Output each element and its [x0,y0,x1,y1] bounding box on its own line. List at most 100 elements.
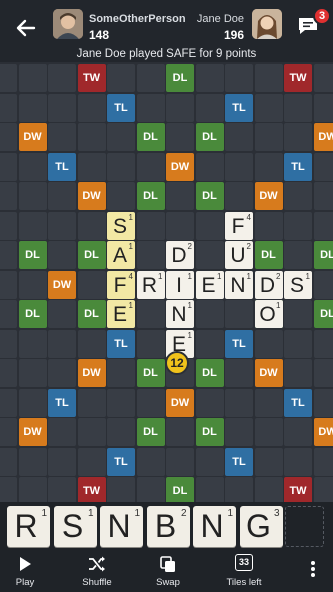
board-cell[interactable] [48,123,76,151]
board-cell-tl[interactable]: TL [225,93,253,122]
board-cell[interactable] [195,329,224,358]
board-cell[interactable] [254,93,283,122]
board-cell[interactable] [0,300,17,328]
board-cell[interactable] [254,447,283,476]
board-cell[interactable] [77,152,106,181]
rack-tile[interactable]: G3 [239,506,283,547]
board-cell[interactable] [313,211,333,240]
board-cell[interactable] [313,270,333,299]
board-cell[interactable] [18,388,47,417]
rack-empty-slot[interactable] [285,506,324,547]
board-cell[interactable] [313,182,333,210]
board-cell-dl[interactable]: DL [136,182,165,210]
board-cell[interactable] [313,64,333,92]
board-cell[interactable] [18,447,47,476]
board-cell[interactable] [18,152,47,181]
board-cell-dw[interactable]: DW [313,123,333,151]
board-cell[interactable] [313,359,333,387]
board-cell[interactable] [48,447,76,476]
rack-tile[interactable]: N1 [100,506,143,547]
board-cell[interactable] [107,64,135,92]
board-cell[interactable] [195,152,224,181]
board-cell[interactable] [284,93,312,122]
board-cell[interactable] [0,477,17,502]
board-cell-dl[interactable]: DL [195,418,224,446]
board-cell[interactable] [136,300,165,328]
board-cell-dl[interactable]: DL [195,182,224,210]
board-cell[interactable] [195,477,224,502]
board-cell-dl[interactable]: DL [18,241,47,269]
board-cell-dl[interactable]: DL [136,359,165,387]
board-cell[interactable] [136,241,165,269]
board-cell[interactable] [77,211,106,240]
board-cell-tw[interactable]: TW [284,64,312,92]
board-cell-dl[interactable]: DL [254,241,283,269]
board-cell[interactable] [0,123,17,151]
board-cell[interactable] [166,211,194,240]
board-cell[interactable] [284,447,312,476]
board-cell[interactable] [48,359,76,387]
board-cell[interactable] [18,182,47,210]
board-cell-tl[interactable]: TL [284,388,312,417]
board-cell[interactable] [284,359,312,387]
board-cell[interactable] [48,477,76,502]
rack-tile[interactable]: R1 [7,506,50,547]
board-cell[interactable] [284,418,312,446]
board-cell[interactable] [136,388,165,417]
board-cell[interactable] [254,64,283,92]
board-cell[interactable] [166,418,194,446]
board-cell[interactable] [18,270,47,299]
board-cell[interactable] [254,152,283,181]
game-board[interactable]: TW DL TW TL TL DW DL DL DW TL DW TL DW DL DL DW DL DL DL DL… [0,62,333,502]
board-cell[interactable] [195,241,224,269]
board-cell[interactable] [195,93,224,122]
board-cell-dl[interactable]: DL [136,123,165,151]
board-cell[interactable] [0,211,17,240]
board-cell-dl[interactable]: DL [166,64,194,92]
board-cell[interactable] [225,477,253,502]
board-cell[interactable] [0,329,17,358]
board-cell[interactable] [166,123,194,151]
board-cell[interactable] [48,241,76,269]
board-cell[interactable] [77,123,106,151]
board-cell-tl[interactable]: TL [225,447,253,476]
board-cell[interactable] [136,211,165,240]
board-cell-tw[interactable]: TW [77,477,106,502]
back-button[interactable] [12,14,40,42]
board-cell-tl[interactable]: TL [107,329,135,358]
board-cell[interactable] [48,300,76,328]
swap-button[interactable]: Swap [145,548,191,592]
board-cell[interactable] [284,241,312,269]
board-cell-tl[interactable]: TL [48,388,76,417]
tiles-left-button[interactable]: 33 Tiles left [218,548,270,592]
board-cell-dw[interactable]: DW [77,182,106,210]
board-cell[interactable] [225,300,253,328]
player1-avatar[interactable] [53,9,83,39]
board-cell[interactable] [254,329,283,358]
board-cell[interactable] [107,182,135,210]
board-cell[interactable] [0,182,17,210]
board-cell-dl[interactable]: DL [77,241,106,269]
board-cell[interactable] [48,211,76,240]
board-cell-tl[interactable]: TL [107,93,135,122]
board-cell[interactable] [313,447,333,476]
board-cell[interactable] [225,152,253,181]
shuffle-button[interactable]: Shuffle [72,548,122,592]
board-cell[interactable] [313,329,333,358]
board-cell-dl[interactable]: DL [313,300,333,328]
board-cell[interactable] [313,93,333,122]
board-cell-tl[interactable]: TL [284,152,312,181]
board-cell[interactable] [225,123,253,151]
board-cell[interactable] [18,93,47,122]
board-cell-dl[interactable]: DL [195,123,224,151]
board-cell[interactable] [313,388,333,417]
board-cell[interactable] [77,329,106,358]
board-cell[interactable] [48,329,76,358]
rack-tile[interactable]: B2 [146,506,190,547]
board-cell[interactable] [48,93,76,122]
board-cell[interactable] [18,211,47,240]
board-cell[interactable] [0,388,17,417]
board-cell[interactable] [48,182,76,210]
board-cell[interactable] [195,211,224,240]
board-cell[interactable] [254,211,283,240]
